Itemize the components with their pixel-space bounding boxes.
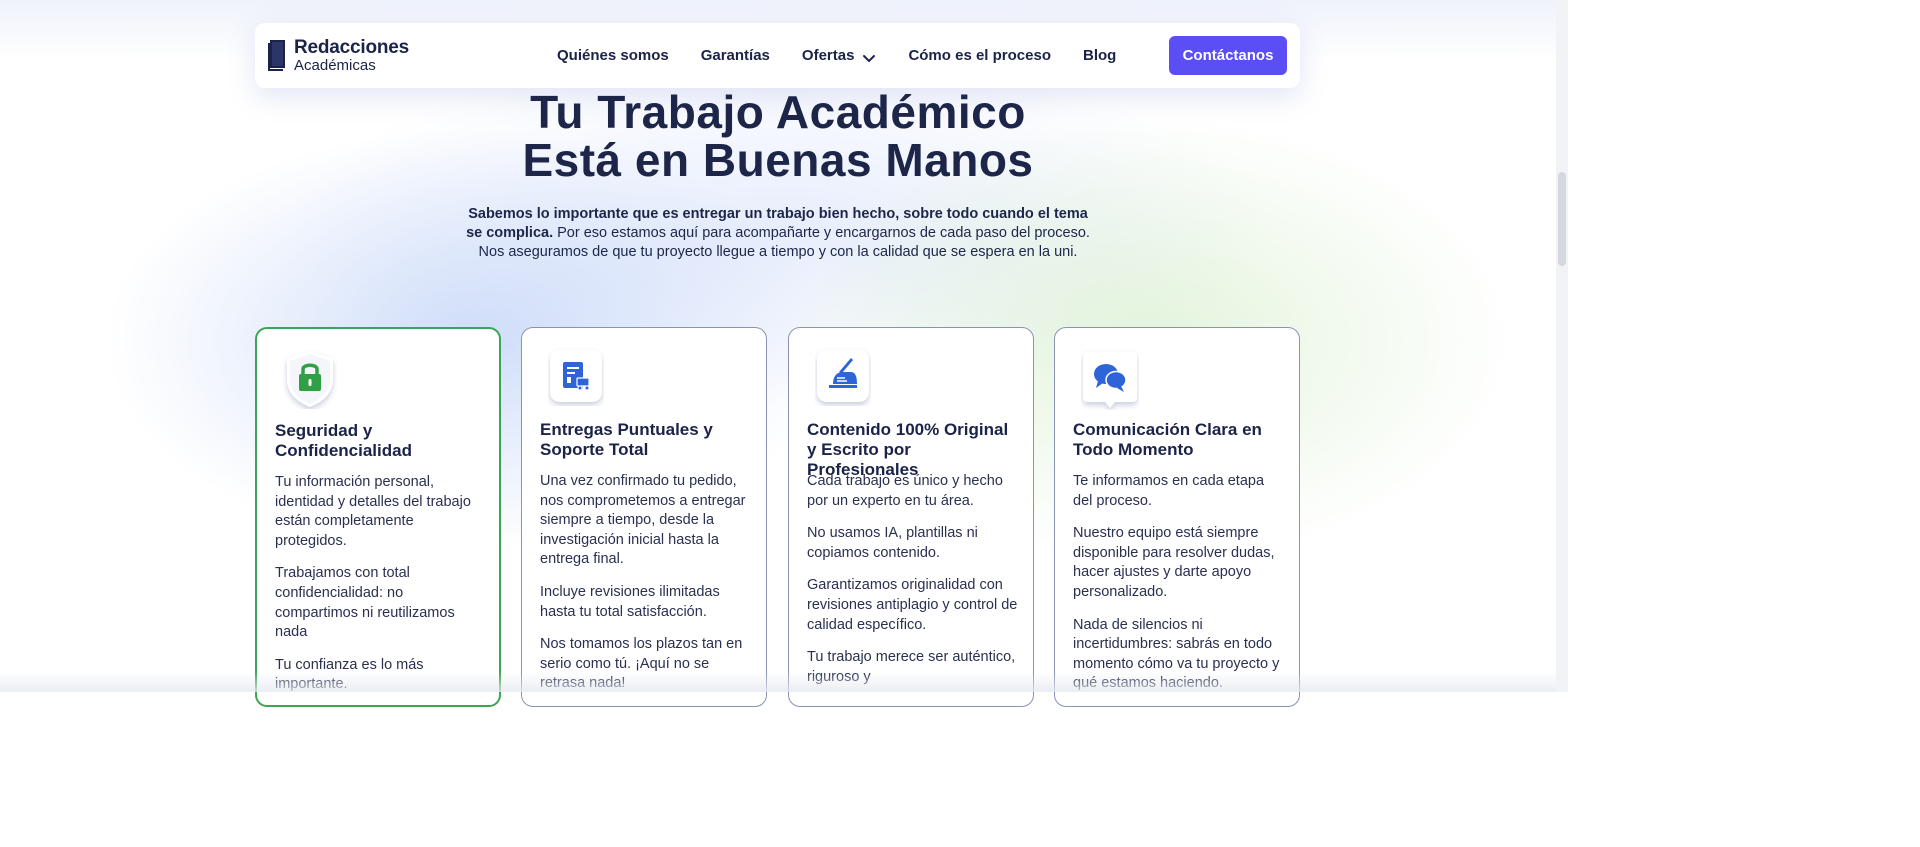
card-title: Entregas Puntuales y Soporte Total [540,420,713,459]
card-paragraph: Nada de silencios ni incertidumbres: sab… [1073,616,1280,692]
writing-hand-icon [815,348,869,404]
lock-shield-icon [283,349,337,407]
contact-button[interactable]: Contáctanos [1169,36,1287,75]
card-paragraph: Nos tomamos los plazos tan en serio como… [540,636,743,692]
delivery-document-icon [548,348,602,404]
navbar: Redacciones Académicas Quiénes somos Gar… [255,23,1300,88]
card-paragraph: Nuestro equipo está siempre disponible p… [1073,525,1275,600]
page-scrollbar[interactable] [1556,0,1568,692]
card-paragraph: Tu información personal, identidad y det… [275,474,471,549]
card-paragraph: Una vez confirmado tu pedido, nos compro… [540,473,746,568]
card-paragraph: Te informamos en cada etapa del proceso. [1073,473,1265,509]
scrollbar-thumb[interactable] [1558,172,1566,266]
nav-quienes-somos[interactable]: Quiénes somos [557,47,669,64]
nav-blog[interactable]: Blog [1083,47,1116,64]
card-title: Seguridad y Confidencialidad [275,421,412,460]
feature-card-entregas: Entregas Puntuales y Soporte Total Una v… [521,327,767,707]
logo-subtitle: Académicas [294,57,376,74]
card-paragraph: Cada trabajo es único y hecho por un exp… [807,473,1003,509]
feature-card-seguridad: Seguridad y Confidencialidad Tu informac… [255,327,501,707]
logo[interactable]: Redacciones Académicas [267,38,409,73]
card-title: Comunicación Clara en Todo Momento [1073,420,1262,459]
card-body: Una vez confirmado tu pedido, nos compro… [540,472,752,707]
chat-bubbles-icon [1081,348,1137,408]
card-paragraph: Tu confianza es lo más importante. [275,656,424,693]
card-paragraph: Tu trabajo merece ser auténtico, riguros… [807,649,1016,685]
feature-card-comunicacion: Comunicación Clara en Todo Momento Te in… [1054,327,1300,707]
bottom-fade [0,672,1556,692]
nav-como-es-el-proceso[interactable]: Cómo es el proceso [908,47,1051,64]
card-paragraph: Incluye revisiones ilimitadas hasta tu t… [540,583,720,620]
logo-title: Redacciones [294,37,410,58]
card-body: Cada trabajo es único y hecho por un exp… [807,472,1019,700]
card-body: Te informamos en cada etapa del proceso.… [1073,472,1285,707]
nav-ofertas-label: Ofertas [801,47,855,64]
hero-description-rest: Por eso estamos aquí para acompañarte y … [478,225,1090,260]
hero-title: Tu Trabajo Académico Está en Buenas Mano… [0,88,1556,184]
chevron-down-icon [862,51,876,62]
book-logo-icon [267,38,289,72]
card-title: Contenido 100% Original y Escrito por Pr… [807,420,1009,479]
card-paragraph: No usamos IA, plantillas ni copiamos con… [807,525,978,561]
card-paragraph: Trabajamos con total confidencialidad: n… [275,565,455,641]
hero-title-line1: Tu Trabajo Académico [530,86,1026,138]
card-body: Tu información personal, identidad y det… [275,473,485,708]
hero-description: Sabemos lo importante que es entregar un… [462,205,1094,262]
main-nav: Quiénes somos Garantías Ofertas Cómo es … [557,23,1148,88]
card-paragraph: Garantizamos originalidad con revisiones… [807,577,1018,633]
nav-ofertas[interactable]: Ofertas [802,47,877,64]
feature-card-contenido: Contenido 100% Original y Escrito por Pr… [788,327,1034,707]
hero-title-line2: Está en Buenas Manos [522,134,1034,186]
nav-garantias[interactable]: Garantías [701,47,770,64]
